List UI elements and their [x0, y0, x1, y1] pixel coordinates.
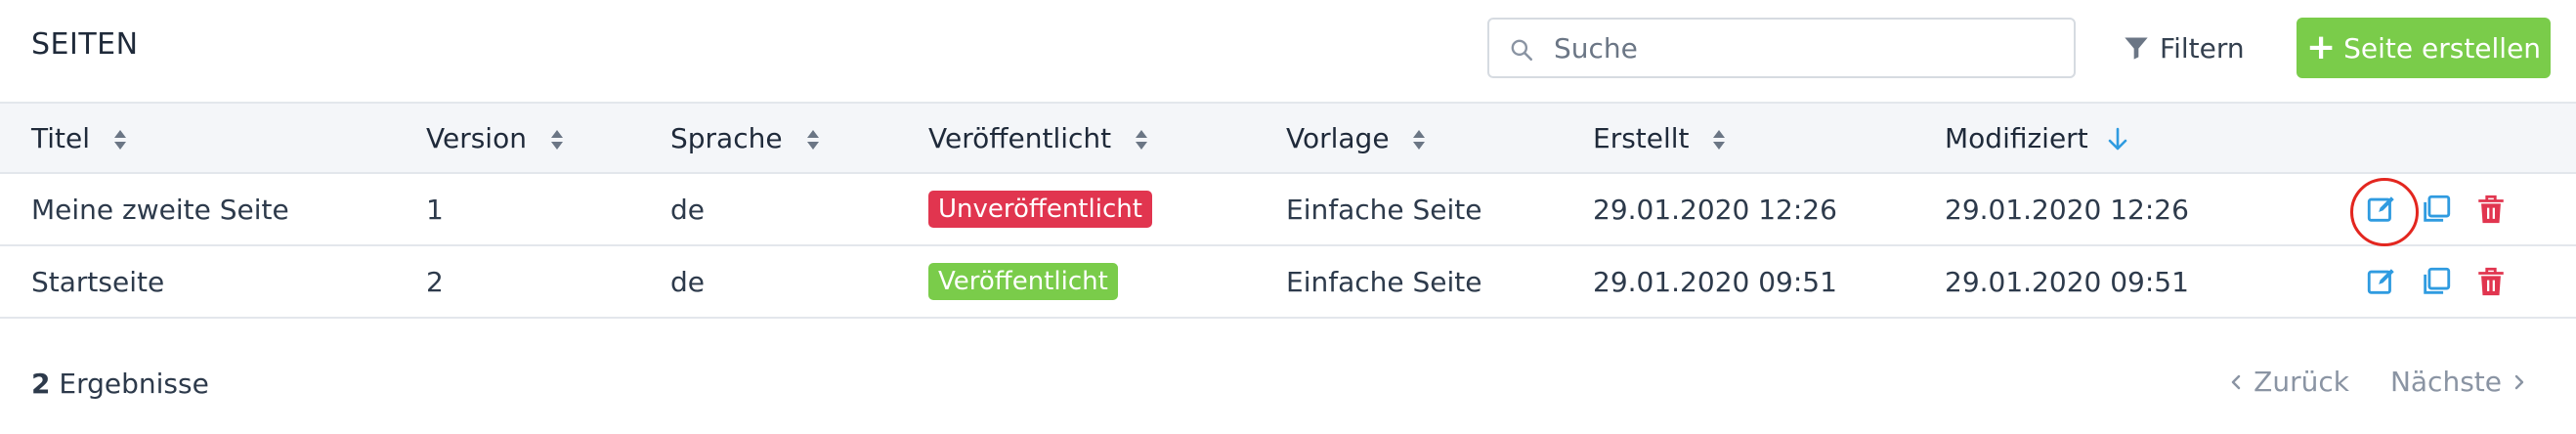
- table-footer: 2 Ergebnisse Zurück Nächste: [0, 358, 2576, 416]
- column-header-template[interactable]: Vorlage: [1286, 103, 1593, 173]
- page-title: SEITEN: [31, 27, 139, 62]
- prev-page-button[interactable]: Zurück: [2228, 366, 2349, 398]
- column-header-modified[interactable]: Modifiziert: [1945, 103, 2365, 173]
- cell-title: Meine zweite Seite: [31, 193, 289, 226]
- create-page-button[interactable]: + Seite erstellen: [2297, 18, 2551, 78]
- cell-created: 29.01.2020 12:26: [1593, 193, 1837, 226]
- cell-modified: 29.01.2020 12:26: [1945, 193, 2189, 226]
- edit-action[interactable]: [2350, 178, 2419, 246]
- cell-language: de: [670, 265, 705, 298]
- cell-published: Veröffentlicht: [928, 245, 1286, 318]
- row-actions: [2350, 178, 2576, 246]
- row-actions: [2365, 265, 2576, 298]
- cell-modified: 29.01.2020 09:51: [1945, 265, 2189, 298]
- search-icon: [1511, 39, 1533, 62]
- toolbar: SEITEN Filtern + Seite erstellen: [0, 0, 2576, 100]
- pagination: Zurück Nächste: [2228, 366, 2527, 398]
- next-page-button[interactable]: Nächste: [2390, 366, 2527, 398]
- result-count-number: 2: [31, 368, 51, 400]
- sort-icon: [113, 129, 126, 150]
- trash-icon[interactable]: [2474, 265, 2508, 298]
- column-header-actions: [2365, 103, 2576, 173]
- search-box[interactable]: [1487, 18, 2076, 78]
- cell-template: Einfache Seite: [1286, 193, 1482, 226]
- highlight-circle: [2350, 178, 2419, 246]
- result-count: 2 Ergebnisse: [31, 368, 209, 400]
- column-header-version[interactable]: Version: [426, 103, 670, 173]
- next-page-label: Nächste: [2389, 366, 2502, 398]
- pages-table: Titel Version Sprache Veröffentlicht Vor…: [0, 102, 2576, 319]
- column-header-published[interactable]: Veröffentlicht: [928, 103, 1286, 173]
- column-header-created[interactable]: Erstellt: [1593, 103, 1945, 173]
- prev-page-label: Zurück: [2254, 366, 2349, 398]
- create-page-label: Seite erstellen: [2343, 31, 2542, 65]
- cell-version: 2: [426, 265, 444, 298]
- result-count-label: Ergebnisse: [59, 368, 209, 400]
- column-header-language[interactable]: Sprache: [670, 103, 928, 173]
- search-input[interactable]: [1554, 20, 2062, 76]
- duplicate-icon[interactable]: [2420, 265, 2453, 298]
- status-badge: Unveröffentlicht: [928, 191, 1152, 228]
- sort-icon: [1136, 129, 1148, 150]
- filter-button[interactable]: Filtern: [2123, 27, 2245, 68]
- sort-icon: [550, 129, 563, 150]
- cell-language: de: [670, 193, 705, 226]
- cell-title: Startseite: [31, 265, 165, 298]
- table-header-row: Titel Version Sprache Veröffentlicht Vor…: [0, 103, 2576, 173]
- filter-icon: [2125, 37, 2148, 60]
- column-header-title[interactable]: Titel: [0, 103, 426, 173]
- chevron-right-icon: [2514, 374, 2524, 389]
- status-badge: Veröffentlicht: [928, 263, 1118, 300]
- cell-created: 29.01.2020 09:51: [1593, 265, 1837, 298]
- sort-icon: [1713, 129, 1726, 150]
- sort-icon: [1413, 129, 1426, 150]
- duplicate-icon[interactable]: [2420, 193, 2453, 226]
- cell-actions: [2365, 245, 2576, 318]
- cell-version: 1: [426, 193, 444, 226]
- arrow-down-icon: [2108, 127, 2126, 150]
- cell-published: Unveröffentlicht: [928, 173, 1286, 245]
- filter-label: Filtern: [2160, 31, 2245, 65]
- chevron-left-icon: [2231, 374, 2241, 389]
- sort-icon: [806, 129, 819, 150]
- cell-actions: [2350, 173, 2576, 246]
- trash-icon[interactable]: [2474, 193, 2508, 226]
- table-row[interactable]: Startseite 2 de Veröffentlicht Einfache …: [0, 245, 2576, 318]
- plus-icon: +: [2305, 27, 2337, 67]
- table-row[interactable]: Meine zweite Seite 1 de Unveröffentlicht…: [0, 173, 2576, 246]
- cell-template: Einfache Seite: [1286, 265, 1482, 298]
- edit-icon[interactable]: [2365, 265, 2398, 298]
